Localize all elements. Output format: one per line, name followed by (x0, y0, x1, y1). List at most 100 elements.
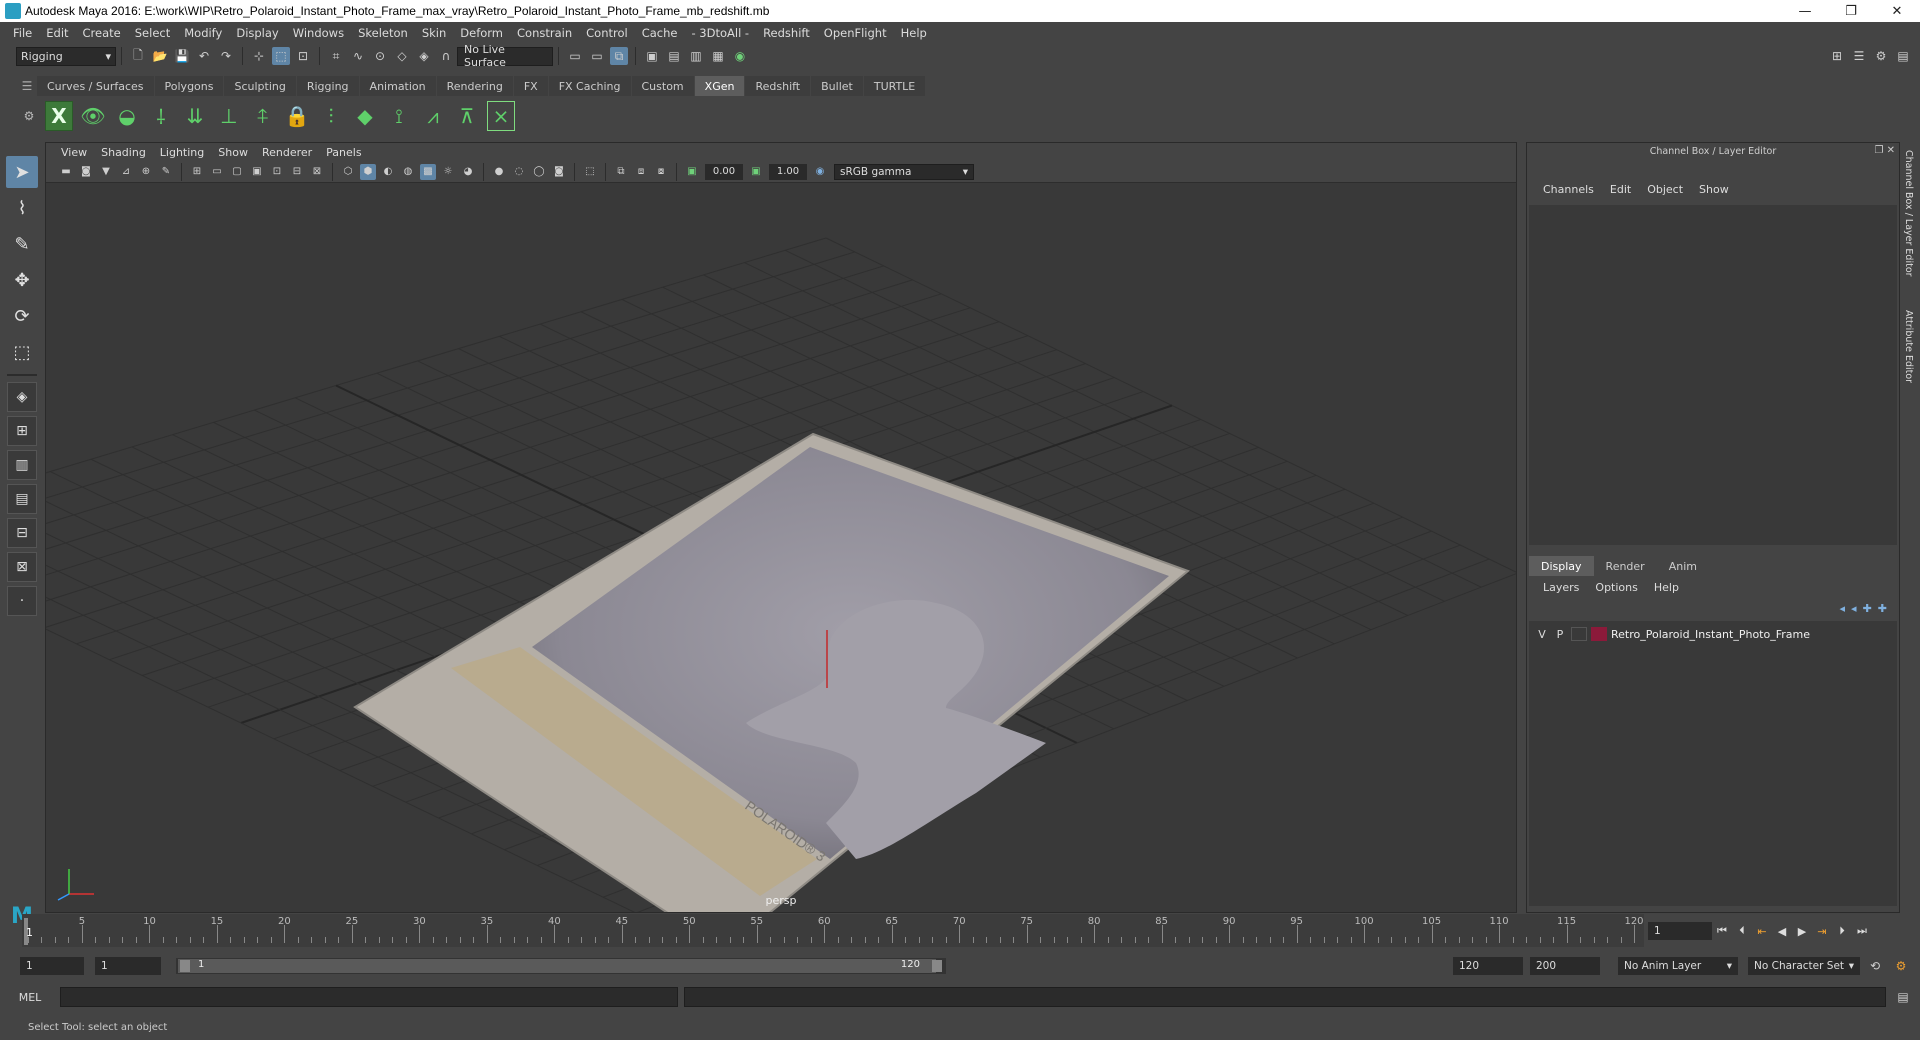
layer-row[interactable]: V P Retro_Polaroid_Instant_Photo_Frame (1533, 625, 1889, 643)
animation-preferences-icon[interactable]: ⚙ (1892, 957, 1910, 975)
2d-pan-zoom-icon[interactable]: ⊕ (138, 164, 154, 180)
auto-key-icon[interactable]: ⟲ (1866, 957, 1884, 975)
range-start-handle[interactable] (180, 960, 190, 972)
menu-skin[interactable]: Skin (415, 26, 453, 40)
exposure-icon[interactable]: ▣ (684, 164, 700, 180)
depth-of-field-icon[interactable]: ◙ (551, 164, 567, 180)
select-by-hierarchy-icon[interactable]: ⊹ (250, 47, 268, 65)
multisample-aa-icon[interactable]: ◯ (531, 164, 547, 180)
new-scene-icon[interactable]: 🗋 (129, 47, 147, 65)
layer-name[interactable]: Retro_Polaroid_Instant_Photo_Frame (1611, 628, 1810, 641)
textured-icon[interactable]: ▩ (420, 163, 436, 180)
tab-curves-surfaces[interactable]: Curves / Surfaces (37, 76, 154, 96)
outliner-layout-icon[interactable]: ⊠ (7, 552, 37, 582)
tab-polygons[interactable]: Polygons (154, 76, 224, 96)
film-gate-icon[interactable]: ▭ (209, 164, 225, 180)
xgen-cut-icon[interactable]: ⊼ (453, 101, 481, 131)
command-input[interactable] (60, 987, 678, 1007)
input-ops-icon[interactable]: ▭ (566, 47, 584, 65)
gate-mask-icon[interactable]: ▣ (249, 164, 265, 180)
play-forward-icon[interactable]: ▶ (1792, 922, 1812, 940)
channel-box-icon[interactable]: ▤ (1894, 47, 1912, 65)
camera-icon[interactable]: ◙ (78, 164, 94, 180)
minimize-button[interactable]: — (1782, 0, 1828, 22)
gamma-field[interactable]: 1.00 (769, 163, 807, 180)
animation-start-field[interactable]: 1 (20, 957, 84, 975)
menu-layers[interactable]: Layers (1535, 581, 1587, 594)
menu-file[interactable]: File (6, 26, 39, 40)
shelf-gear-icon[interactable]: ⚙ (19, 109, 39, 123)
menu-layer-help[interactable]: Help (1646, 581, 1687, 594)
menu-cache[interactable]: Cache (635, 26, 685, 40)
xray-joints-icon[interactable]: ⧈ (633, 164, 649, 180)
menu-modify[interactable]: Modify (177, 26, 229, 40)
field-chart-icon[interactable]: ⊡ (269, 164, 285, 180)
playback-start-field[interactable]: 1 (95, 957, 161, 975)
xgen-bend-icon[interactable]: ⟟ (385, 101, 413, 131)
menu-constrain[interactable]: Constrain (510, 26, 579, 40)
snap-view-plane-icon[interactable]: ◇ (393, 47, 411, 65)
playback-end-field[interactable]: 120 (1453, 957, 1523, 975)
tab-animation[interactable]: Animation (359, 76, 436, 96)
menu-cb-edit[interactable]: Edit (1602, 183, 1639, 201)
tab-rendering[interactable]: Rendering (436, 76, 513, 96)
paint-select-tool-icon[interactable]: ✎ (6, 228, 38, 260)
menu-edit[interactable]: Edit (39, 26, 75, 40)
gamma-icon[interactable]: ▣ (748, 164, 764, 180)
panel-menu-renderer[interactable]: Renderer (255, 146, 319, 159)
panel-menu-panels[interactable]: Panels (319, 146, 368, 159)
smooth-shade-icon[interactable]: ⬢ (360, 163, 376, 180)
motion-blur-icon[interactable]: ◌ (511, 164, 527, 180)
shadows-icon[interactable]: ◕ (460, 164, 476, 180)
xgen-lock-guides-icon[interactable]: 🔒 (283, 101, 311, 131)
menu-openflight[interactable]: OpenFlight (817, 26, 894, 40)
wireframe-on-shaded-icon[interactable]: ◐ (380, 164, 396, 180)
panel-menu-show[interactable]: Show (211, 146, 255, 159)
tab-redshift[interactable]: Redshift (745, 76, 811, 96)
go-to-end-icon[interactable]: ⏭ (1852, 922, 1872, 940)
tab-attribute-editor-vertical[interactable]: Attribute Editor (1903, 310, 1914, 383)
xgen-clump-icon[interactable]: ⩘ (419, 101, 447, 131)
animation-end-field[interactable]: 200 (1530, 957, 1600, 975)
close-button[interactable]: ✕ (1874, 0, 1920, 22)
safe-title-icon[interactable]: ⊠ (309, 164, 325, 180)
wireframe-icon[interactable]: ⬡ (340, 164, 356, 180)
scale-tool-icon[interactable]: ⬚ (6, 336, 38, 368)
menu-skeleton[interactable]: Skeleton (351, 26, 415, 40)
render-settings-icon[interactable]: ▦ (709, 47, 727, 65)
redo-icon[interactable]: ↷ (217, 47, 235, 65)
safe-action-icon[interactable]: ⊟ (289, 164, 305, 180)
camera-attributes-icon[interactable]: ▬ (58, 164, 74, 180)
grease-pencil-icon[interactable]: ✎ (158, 164, 174, 180)
layer-visibility-toggle[interactable]: V (1533, 628, 1551, 641)
magnet-icon[interactable]: ∩ (437, 47, 455, 65)
character-set-dropdown[interactable]: No Character Set ▾ (1748, 957, 1860, 975)
xgen-scale-guides-icon[interactable]: ⍏ (249, 101, 277, 131)
move-tool-icon[interactable]: ✥ (6, 264, 38, 296)
ipr-render-icon[interactable]: ▥ (687, 47, 705, 65)
new-layer-from-selection-icon[interactable]: ✚ (1878, 602, 1887, 615)
tab-anim[interactable]: Anim (1657, 556, 1709, 576)
menu-3dtoall[interactable]: - 3DtoAll - (684, 26, 756, 40)
tab-display[interactable]: Display (1529, 556, 1594, 576)
modeling-toolkit-icon[interactable]: ⊞ (1828, 47, 1846, 65)
tool-settings-icon[interactable]: ⚙ (1872, 47, 1890, 65)
move-layer-up-icon[interactable]: ◂ (1840, 602, 1846, 615)
construction-history-icon[interactable]: ⧉ (610, 47, 628, 65)
command-language-label[interactable]: MEL (0, 991, 60, 1004)
xgen-layer-icon[interactable]: ◆ (351, 101, 379, 131)
current-frame-field[interactable]: 1 (1648, 922, 1712, 940)
menu-channels[interactable]: Channels (1535, 183, 1602, 201)
step-forward-frame-icon[interactable]: ⇥ (1812, 922, 1832, 940)
custom-layout-icon[interactable]: · (7, 586, 37, 616)
tab-rigging[interactable]: Rigging (296, 76, 359, 96)
rotate-tool-icon[interactable]: ⟳ (6, 300, 38, 332)
xgen-noise-icon[interactable]: ⨯ (487, 101, 515, 131)
menu-redshift[interactable]: Redshift (756, 26, 817, 40)
image-plane-icon[interactable]: ⊿ (118, 164, 134, 180)
xgen-create-description-icon[interactable]: ◒ (113, 101, 141, 131)
perspective-viewport[interactable]: View Shading Lighting Show Renderer Pane… (45, 142, 1517, 913)
tab-sculpting[interactable]: Sculpting (224, 76, 296, 96)
snap-point-icon[interactable]: ⊙ (371, 47, 389, 65)
menu-deform[interactable]: Deform (453, 26, 510, 40)
